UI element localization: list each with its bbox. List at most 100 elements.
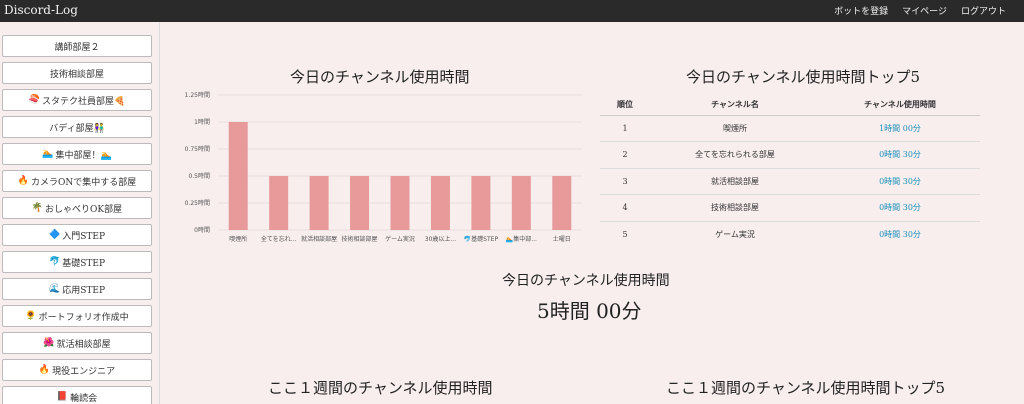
y-tick-label: 1.25時間: [185, 91, 210, 99]
sidebar-item-label: スタテク社員部屋🍕: [42, 96, 126, 107]
sidebar-item-15[interactable]: 📕 輪読会: [2, 386, 152, 404]
channel-icon: 🌊: [48, 284, 61, 294]
channel-icon: 🔷: [48, 230, 61, 240]
rank-cell: 1: [600, 114, 650, 142]
sidebar-item-label: 集中部屋！🏊: [55, 150, 112, 161]
usage-time-link[interactable]: 1時間 00分: [820, 114, 980, 142]
rank-cell: 5: [600, 220, 650, 248]
sidebar-item-4[interactable]: 🍣 スタテク社員部屋🍕: [2, 89, 152, 111]
rank-cell: 3: [600, 167, 650, 195]
sidebar-item-10[interactable]: 🐬 基礎STEP: [2, 251, 152, 273]
usage-time-link[interactable]: 0時間 30分: [820, 167, 980, 195]
channel-icon: 🔥: [38, 365, 51, 375]
channel-icon: 🌴: [31, 203, 44, 213]
bar-6[interactable]: [430, 176, 450, 230]
sidebar-item-label: 応用STEP: [62, 285, 105, 296]
table-row: 3 就活相談部屋 0時間 30分: [600, 167, 980, 195]
channel-icon: 🔥: [17, 176, 29, 186]
table-row: 5 ゲーム実況 0時間 30分: [600, 220, 980, 248]
top5-table: 順位 チャンネル名 チャンネル使用時間 1 喫煙所 1時間 00分 2 全てを忘れられる…: [600, 95, 980, 248]
x-tick-label: 喫煙所: [229, 235, 247, 243]
bar-9[interactable]: [552, 176, 572, 230]
sidebar-item-5[interactable]: バディ部屋👫: [2, 116, 152, 138]
channel-icon: 📕: [56, 392, 69, 402]
channel-name-cell: 全てを忘れられる部屋: [650, 141, 820, 168]
channel-icon: 🏊: [42, 149, 54, 159]
sidebar-item-6[interactable]: 🏊 集中部屋！🏊: [2, 143, 152, 165]
register-bot-link[interactable]: ボットを登録: [834, 4, 888, 17]
sidebar-item-13[interactable]: 🌺 就活相談部屋: [2, 332, 152, 354]
channel-name-cell: 喫煙所: [650, 114, 820, 142]
channel-icon: 🐬: [48, 257, 61, 267]
bar-1[interactable]: [228, 122, 248, 230]
bar-3[interactable]: [309, 176, 329, 230]
y-tick-label: 0時間: [194, 226, 210, 234]
bar-4[interactable]: [350, 176, 370, 230]
sidebar-item-label: 講師部屋２: [54, 42, 100, 53]
sidebar-item-11[interactable]: 🌊 応用STEP: [2, 278, 152, 300]
top5-title: 今日のチャンネル使用時間トップ5: [686, 68, 921, 86]
x-tick-label: 30歳以上...: [425, 235, 456, 243]
sidebar-item-label: 現役エンジニア: [52, 366, 116, 377]
usage-time-link[interactable]: 0時間 30分: [820, 194, 980, 221]
x-tick-label: 技術相談部屋: [342, 235, 378, 243]
sidebar-item-label: 輪読会: [70, 393, 98, 404]
nav-links: ボットを登録 マイページ ログアウト: [834, 4, 1006, 17]
sidebar-item-3[interactable]: 技術相談部屋: [2, 62, 152, 84]
y-tick-label: 0.75時間: [185, 145, 210, 153]
sidebar-item-label: バディ部屋👫: [49, 123, 105, 134]
x-tick-label: 就活相談部屋: [301, 235, 337, 243]
bar-5[interactable]: [390, 176, 410, 230]
sidebar-item-7[interactable]: 🔥 カメラONで集中する部屋: [2, 170, 152, 192]
channel-name-cell: ゲーム実況: [650, 220, 820, 248]
sidebar-item-8[interactable]: 🌴 おしゃべりOK部屋: [2, 197, 152, 219]
today-usage-chart: 0時間 0.25時間 0.5時間 0.75時間 1時間 1.25時間 喫煙所 全てを忘れ...…: [176, 89, 596, 269]
usage-time-link[interactable]: 0時間 30分: [820, 220, 980, 248]
y-tick-label: 0.5時間: [188, 172, 210, 180]
sidebar-item-label: カメラONで集中する部屋: [30, 177, 137, 188]
total-usage-label: 今日のチャンネル使用時間: [502, 273, 670, 289]
x-tick-label: 土曜日: [553, 235, 571, 243]
sidebar-item-label: 入門STEP: [62, 231, 105, 242]
table-row: 4 技術相談部屋 0時間 30分: [600, 194, 980, 221]
header-channel-name: チャンネル名: [650, 95, 820, 116]
sidebar-item-9[interactable]: 🔷 入門STEP: [2, 224, 152, 246]
bar-chart-svg: 0時間 0.25時間 0.5時間 0.75時間 1時間 1.25時間喫煙所 全てを忘れ...…: [185, 91, 582, 243]
sidebar-item-2[interactable]: 講師部屋２: [2, 35, 152, 57]
x-tick-label: 🐬基礎STEP: [464, 235, 499, 243]
table-row: 2 全てを忘れられる部屋 0時間 30分: [600, 141, 980, 168]
table-header-row: 順位 チャンネル名 チャンネル使用時間: [600, 95, 980, 116]
usage-time-link[interactable]: 0時間 30分: [820, 141, 980, 168]
brand-logo[interactable]: Discord-Log: [4, 3, 78, 17]
sidebar-item-label: おしゃべりOK部屋: [45, 204, 123, 215]
bar-2[interactable]: [269, 176, 289, 230]
sidebar-item-label: ポートフォリオ作成中: [38, 312, 129, 323]
y-tick-label: 0.25時間: [185, 199, 210, 207]
weekly-chart-title: ここ１週間のチャンネル使用時間: [268, 379, 493, 397]
rank-cell: 2: [600, 141, 650, 168]
sidebar-item-14[interactable]: 🔥 現役エンジニア: [2, 359, 152, 381]
top-navbar: Discord-Log ボットを登録 マイページ ログアウト: [0, 0, 1024, 22]
logout-link[interactable]: ログアウト: [961, 4, 1006, 17]
sidebar: 講師部屋1講師部屋２技術相談部屋🍣スタテク社員部屋🍕バディ部屋👫🏊集中部屋！🏊🔥…: [0, 0, 160, 404]
mypage-link[interactable]: マイページ: [902, 4, 947, 17]
channel-icon: 🌻: [25, 311, 37, 321]
rank-cell: 4: [600, 194, 650, 221]
channel-icon: 🍣: [28, 95, 40, 105]
channel-name-cell: 就活相談部屋: [650, 167, 820, 195]
channel-name-cell: 技術相談部屋: [650, 194, 820, 221]
y-tick-label: 1時間: [194, 118, 210, 126]
bar-8[interactable]: [511, 176, 531, 230]
channel-icon: 🌺: [43, 338, 55, 348]
weekly-top5-title: ここ１週間のチャンネル使用時間トップ5: [666, 379, 946, 397]
header-usage-time: チャンネル使用時間: [820, 95, 980, 116]
x-tick-label: 🏊集中部...: [506, 235, 537, 243]
main-content: 今日のチャンネル使用時間 0時間 0.25時間 0.5時間 0.75時間 1時間 1.25…: [162, 22, 1024, 404]
sidebar-item-label: 就活相談部屋: [56, 339, 111, 350]
today-chart-title: 今日のチャンネル使用時間: [290, 68, 470, 86]
sidebar-item-label: 技術相談部屋: [49, 69, 104, 80]
sidebar-item-label: 基礎STEP: [62, 258, 105, 269]
total-usage-value: 5時間 00分: [537, 299, 642, 323]
sidebar-item-12[interactable]: 🌻 ポートフォリオ作成中: [2, 305, 152, 327]
bar-7[interactable]: [471, 176, 491, 230]
